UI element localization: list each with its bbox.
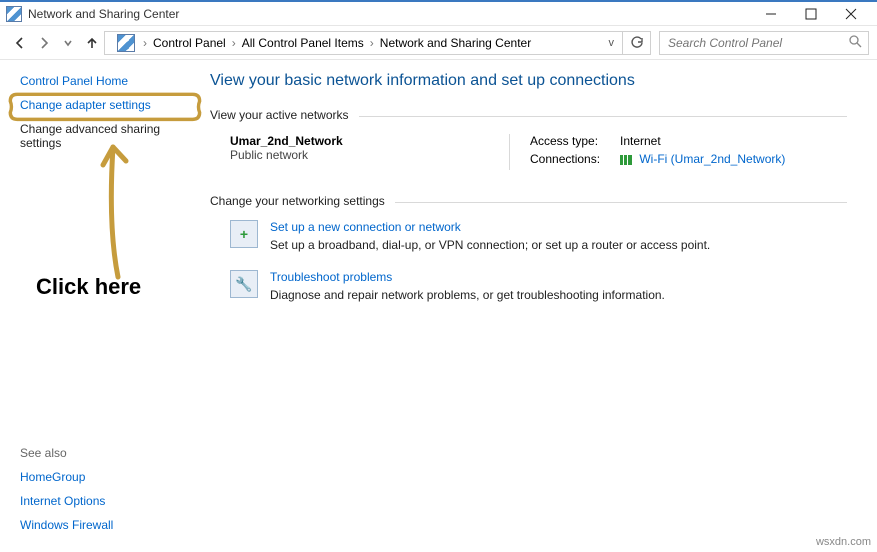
task-troubleshoot: Troubleshoot problems Diagnose and repai…: [230, 270, 847, 302]
navbar: › Control Panel › All Control Panel Item…: [0, 26, 877, 60]
setup-connection-desc: Set up a broadband, dial-up, or VPN conn…: [270, 238, 710, 252]
change-settings-heading: Change your networking settings: [210, 194, 847, 208]
active-networks-heading: View your active networks: [210, 108, 847, 122]
search-input[interactable]: [666, 35, 849, 51]
sidebar-seealso-internet-options[interactable]: Internet Options: [20, 494, 190, 508]
crumb-all-items[interactable]: All Control Panel Items: [240, 36, 366, 50]
forward-button[interactable]: [32, 31, 56, 55]
active-networks-label: View your active networks: [210, 108, 349, 122]
chevron-down-icon[interactable]: v: [605, 37, 619, 49]
troubleshoot-link[interactable]: Troubleshoot problems: [270, 270, 665, 284]
sidebar-advanced-link[interactable]: Change advanced sharing settings: [20, 122, 190, 150]
sidebar-adapter-link[interactable]: Change adapter settings: [20, 98, 190, 112]
sidebar-seealso-homegroup[interactable]: HomeGroup: [20, 470, 190, 484]
active-networks: Umar_2nd_Network Public network Access t…: [230, 134, 847, 170]
see-also-label: See also: [20, 446, 190, 460]
search-box[interactable]: [659, 31, 869, 55]
maximize-button[interactable]: [791, 3, 831, 25]
content: Control Panel Home Change adapter settin…: [0, 60, 877, 552]
change-settings-label: Change your networking settings: [210, 194, 385, 208]
watermark: wsxdn.com: [816, 536, 871, 548]
app-icon: [6, 6, 22, 22]
access-type-label: Access type:: [530, 134, 620, 148]
troubleshoot-icon: [230, 270, 258, 298]
network-summary: Umar_2nd_Network Public network: [230, 134, 510, 170]
sidebar: Control Panel Home Change adapter settin…: [0, 60, 200, 552]
breadcrumb[interactable]: › Control Panel › All Control Panel Item…: [104, 31, 623, 55]
search-icon[interactable]: [849, 35, 862, 51]
page-heading: View your basic network information and …: [210, 72, 847, 90]
network-name: Umar_2nd_Network: [230, 134, 499, 148]
chevron-right-icon: ›: [228, 36, 240, 50]
recent-dropdown[interactable]: [56, 31, 80, 55]
titlebar: Network and Sharing Center: [0, 2, 877, 26]
network-details: Access type: Internet Connections: Wi-Fi…: [510, 134, 785, 170]
troubleshoot-desc: Diagnose and repair network problems, or…: [270, 288, 665, 302]
wifi-signal-icon: [620, 155, 632, 165]
tasks: Set up a new connection or network Set u…: [230, 220, 847, 302]
back-button[interactable]: [8, 31, 32, 55]
sidebar-seealso-firewall[interactable]: Windows Firewall: [20, 518, 190, 532]
minimize-button[interactable]: [751, 3, 791, 25]
connections-label: Connections:: [530, 152, 620, 166]
refresh-button[interactable]: [623, 31, 651, 55]
close-button[interactable]: [831, 3, 871, 25]
sidebar-home-link[interactable]: Control Panel Home: [20, 74, 190, 88]
setup-connection-link[interactable]: Set up a new connection or network: [270, 220, 710, 234]
task-setup-connection: Set up a new connection or network Set u…: [230, 220, 847, 252]
main: View your basic network information and …: [200, 60, 877, 552]
location-icon: [117, 34, 135, 52]
setup-connection-icon: [230, 220, 258, 248]
network-type: Public network: [230, 148, 499, 162]
window-title: Network and Sharing Center: [28, 7, 179, 21]
chevron-right-icon: ›: [366, 36, 378, 50]
crumb-control-panel[interactable]: Control Panel: [151, 36, 228, 50]
up-button[interactable]: [80, 31, 104, 55]
connection-link[interactable]: Wi-Fi (Umar_2nd_Network): [639, 152, 785, 166]
access-type-value: Internet: [620, 134, 661, 148]
chevron-right-icon: ›: [139, 36, 151, 50]
crumb-network-sharing[interactable]: Network and Sharing Center: [378, 36, 533, 50]
